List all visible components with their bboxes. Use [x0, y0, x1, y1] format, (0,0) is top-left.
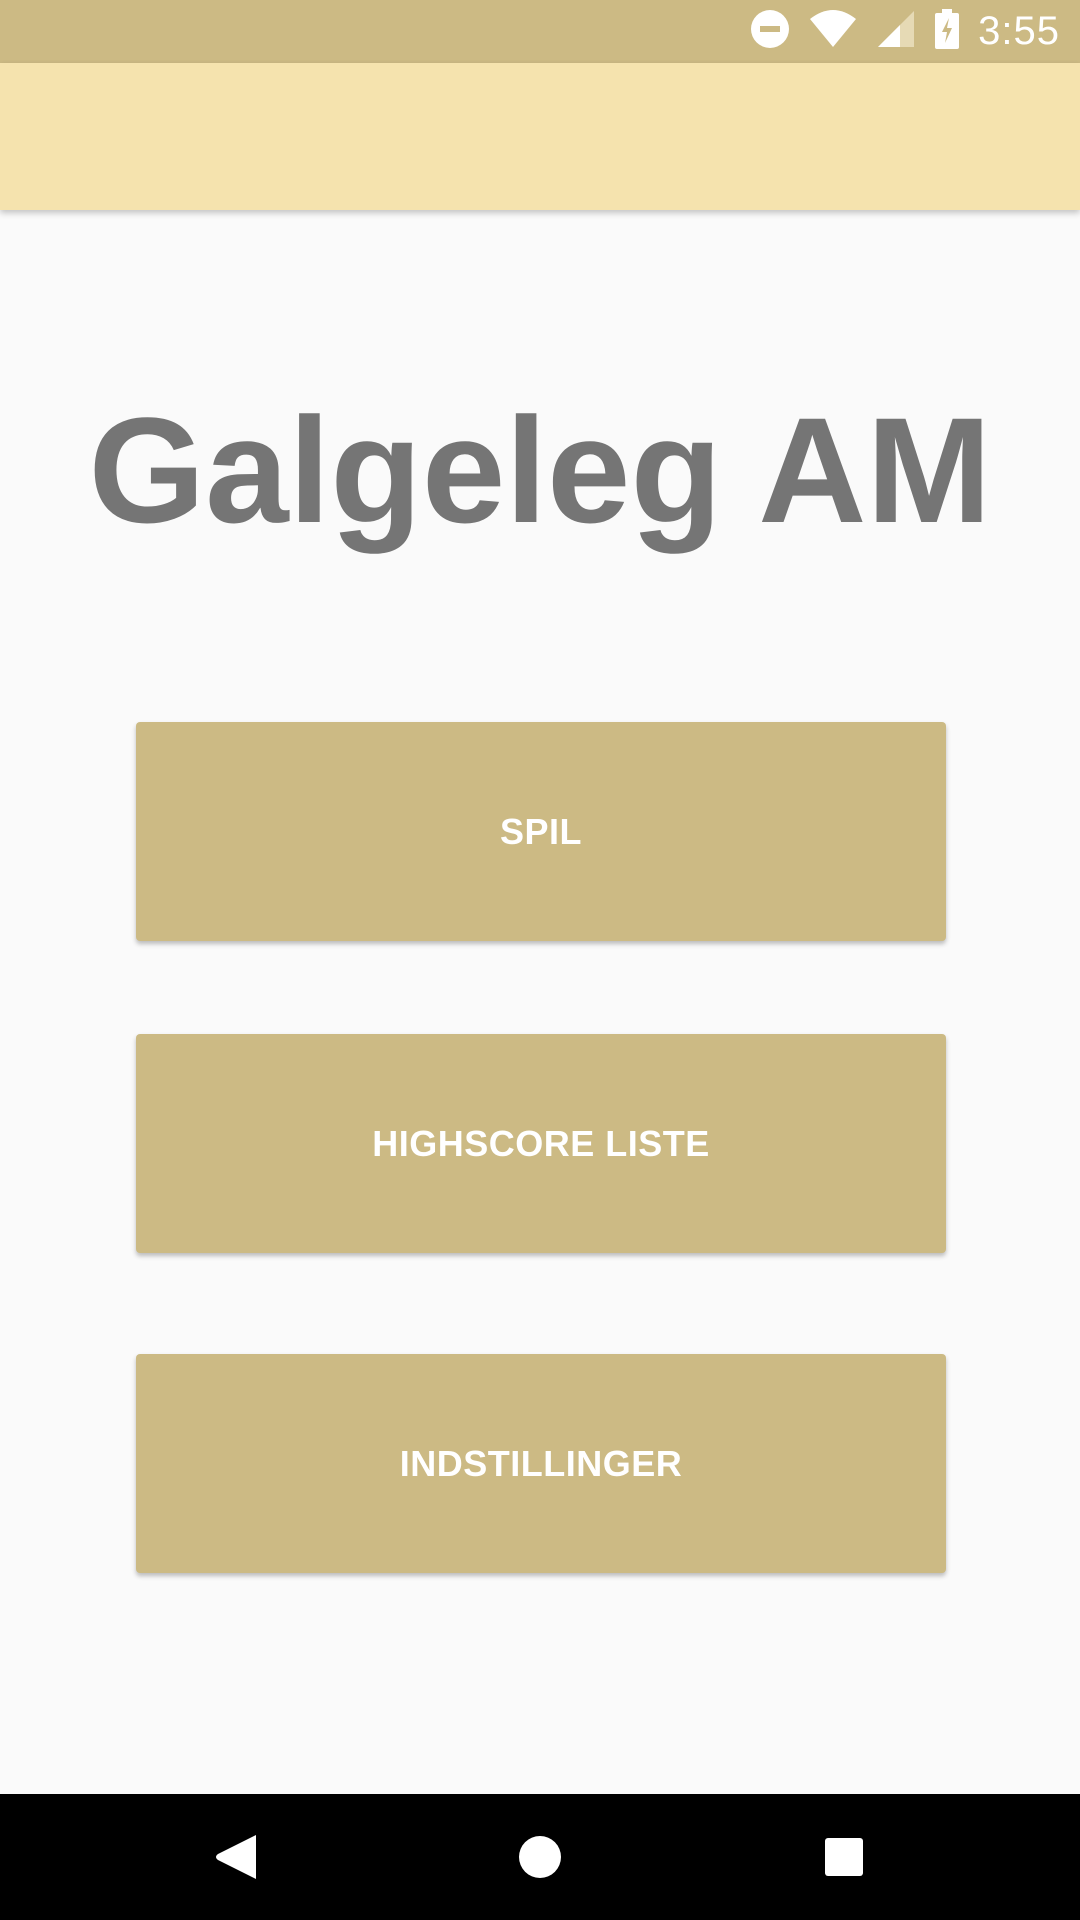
do-not-disturb-icon [750, 9, 790, 54]
app-bar [0, 63, 1080, 210]
status-time: 3:55 [978, 9, 1060, 53]
page-title: Galgeleg AM [88, 386, 992, 554]
recents-icon[interactable] [814, 1827, 874, 1887]
play-button[interactable]: SPIL [136, 722, 946, 941]
battery-charging-icon [934, 9, 960, 54]
highscore-list-button[interactable]: HIGHSCORE LISTE [136, 1034, 946, 1253]
cellular-signal-icon [876, 9, 916, 54]
settings-button[interactable]: INDSTILLINGER [136, 1354, 946, 1573]
status-bar: 3:55 [0, 0, 1080, 63]
home-icon[interactable] [510, 1827, 570, 1887]
wifi-icon [808, 9, 858, 54]
back-icon[interactable] [207, 1827, 267, 1887]
status-icons: 3:55 [750, 0, 1060, 63]
navigation-bar [0, 1794, 1080, 1920]
